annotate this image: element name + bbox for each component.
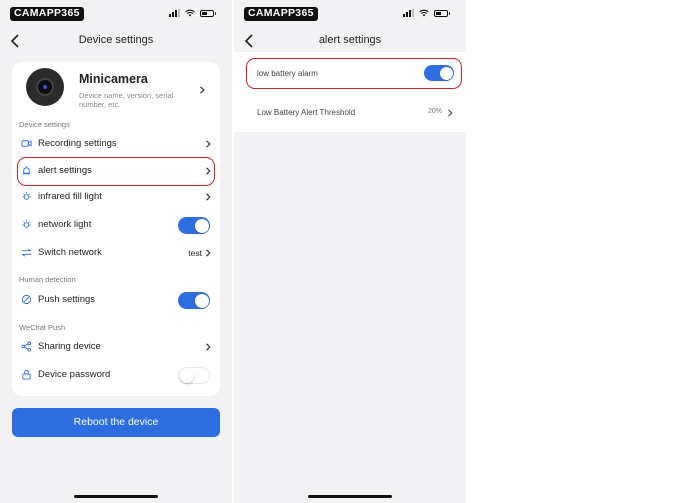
watermark: CAMAPP365 <box>10 7 84 21</box>
watermark: CAMAPP365 <box>244 7 318 21</box>
chevron-right-icon <box>206 193 211 201</box>
row-low-battery-alarm: low battery alarm <box>234 62 466 86</box>
wifi-icon <box>185 9 195 17</box>
battery-icon <box>200 9 216 17</box>
light-icon <box>22 191 31 200</box>
recording-settings-label: Recording settings <box>38 138 117 149</box>
row-alert-settings[interactable]: alert settings <box>12 160 220 182</box>
row-network-light: network light <box>12 214 220 236</box>
settings-card: Minicamera Device name, version, serial … <box>12 62 220 396</box>
row-device-password: Device password <box>12 364 220 386</box>
toggle-knob <box>194 218 209 233</box>
network-light-label: network light <box>38 219 92 230</box>
row-switch-network[interactable]: Switch network test <box>12 242 220 264</box>
push-settings-label: Push settings <box>38 294 96 305</box>
threshold-value: 20% <box>427 108 442 115</box>
section-device-settings: Device settings <box>19 120 70 129</box>
status-bar: CAMAPP365 <box>0 0 232 26</box>
home-indicator <box>74 495 158 498</box>
push-icon <box>21 294 32 305</box>
device-settings-screen: CAMAPP365 Device settings Minicamera Dev… <box>0 0 232 503</box>
chevron-right-icon <box>206 249 211 257</box>
network-light-toggle[interactable] <box>178 217 210 234</box>
status-bar: CAMAPP365 <box>234 0 466 26</box>
row-sharing-device[interactable]: Sharing device <box>12 336 220 358</box>
threshold-label: Low Battery Alert Threshold <box>257 108 356 117</box>
device-password-toggle[interactable] <box>178 367 210 384</box>
low-battery-alarm-toggle[interactable] <box>424 65 454 81</box>
row-recording-settings[interactable]: Recording settings <box>12 133 220 155</box>
battery-icon <box>434 9 450 17</box>
home-indicator <box>308 495 392 498</box>
infrared-fill-light-label: infrared fill light <box>38 191 102 202</box>
row-infrared-fill-light[interactable]: infrared fill light <box>12 186 220 208</box>
switch-icon <box>21 248 32 257</box>
device-description: Device name, version, serial number, etc… <box>79 91 174 109</box>
switch-network-label: Switch network <box>38 247 102 258</box>
toggle-knob <box>179 368 194 383</box>
lock-icon <box>22 369 31 380</box>
toggle-knob <box>439 66 453 80</box>
reboot-button[interactable]: Reboot the device <box>12 408 220 437</box>
nav-bar: Device settings <box>0 30 232 52</box>
chevron-right-icon <box>206 140 211 148</box>
status-icons <box>403 9 450 17</box>
signal-icon <box>403 9 414 17</box>
chevron-right-icon <box>206 167 211 175</box>
light-icon <box>22 219 31 228</box>
video-icon <box>21 140 32 147</box>
low-battery-alarm-label: low battery alarm <box>257 69 318 78</box>
row-push-settings: Push settings <box>12 289 220 311</box>
nav-bar: alert settings <box>234 30 466 52</box>
chevron-right-icon <box>206 343 211 351</box>
row-low-battery-threshold[interactable]: Low Battery Alert Threshold 20% <box>234 101 466 125</box>
status-icons <box>169 9 216 17</box>
device-info-row[interactable]: Minicamera Device name, version, serial … <box>12 62 220 116</box>
push-settings-toggle[interactable] <box>178 292 210 309</box>
section-human-detection: Human detection <box>19 275 76 284</box>
section-wechat-push: WeChat Push <box>19 323 66 332</box>
alert-settings-panel: low battery alarm Low Battery Alert Thre… <box>234 52 466 132</box>
device-name: Minicamera <box>79 72 148 86</box>
chevron-right-icon <box>448 109 453 117</box>
alert-settings-screen: CAMAPP365 alert settings low battery ala… <box>234 0 466 503</box>
device-password-label: Device password <box>38 369 111 380</box>
network-name-value: test <box>188 248 202 258</box>
page-title: Device settings <box>78 34 154 46</box>
alert-settings-label: alert settings <box>38 165 92 176</box>
toggle-knob <box>194 293 209 308</box>
wifi-icon <box>419 9 429 17</box>
sharing-device-label: Sharing device <box>38 341 101 352</box>
share-icon <box>21 341 31 352</box>
camera-avatar <box>26 68 64 106</box>
chevron-right-icon <box>200 86 205 94</box>
bell-icon <box>22 165 31 175</box>
signal-icon <box>169 9 180 17</box>
page-title: alert settings <box>318 34 382 46</box>
